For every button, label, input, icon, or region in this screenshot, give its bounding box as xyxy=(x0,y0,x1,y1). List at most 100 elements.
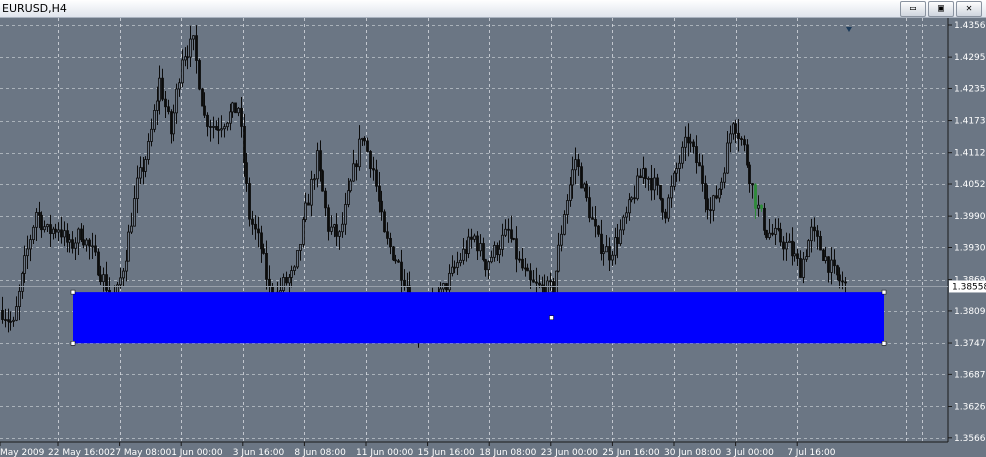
candle-body xyxy=(80,228,83,241)
candle-body xyxy=(212,126,215,128)
candle-body xyxy=(670,185,673,199)
candle-body xyxy=(796,253,799,259)
price-tick-label: 1.36260 xyxy=(954,402,986,412)
candle-body xyxy=(746,144,749,166)
price-tick-label: 1.37475 xyxy=(954,339,986,349)
time-tick-label: 25 Jun 16:00 xyxy=(602,448,659,457)
candle-body xyxy=(403,279,406,287)
candle-body xyxy=(296,250,299,268)
candle-body xyxy=(571,169,574,186)
candle xyxy=(296,250,299,269)
candle-body xyxy=(21,273,24,292)
candle-body xyxy=(802,258,805,278)
price-chart[interactable]: 1.43565 1.42950 1.42350 1.41735 1.41120 1.405… xyxy=(0,18,986,457)
candle-body xyxy=(493,245,496,258)
candle-body xyxy=(363,137,366,142)
time-tick-label: 30 Jun 08:00 xyxy=(664,448,721,457)
candle-body xyxy=(26,248,29,257)
candle-body xyxy=(616,237,619,244)
candle-body xyxy=(243,125,246,164)
candle-body xyxy=(60,229,63,238)
chart-canvas[interactable]: 1.43565 1.42950 1.42350 1.41735 1.41120 1.405… xyxy=(0,18,986,457)
rectangle-handle[interactable] xyxy=(70,341,76,346)
candle-body xyxy=(285,277,288,284)
candle-body xyxy=(681,146,684,164)
maximize-button[interactable]: ▣ xyxy=(928,1,954,17)
candle-body xyxy=(726,142,729,174)
rectangle-handle[interactable] xyxy=(70,289,76,295)
candle xyxy=(659,184,662,201)
candle-body xyxy=(647,178,650,180)
candle-body xyxy=(324,190,327,209)
candle-body xyxy=(29,239,32,250)
candle-body xyxy=(237,107,240,114)
candle-body xyxy=(701,165,704,184)
candle-body xyxy=(88,239,91,247)
candle-body xyxy=(172,112,175,135)
candle-body xyxy=(678,162,681,169)
minimize-button[interactable]: ▭ xyxy=(900,1,926,17)
rectangle-handle[interactable] xyxy=(549,315,554,320)
candle-body xyxy=(262,248,265,254)
candle-body xyxy=(189,38,192,58)
candle-body xyxy=(765,229,768,238)
candle-body xyxy=(288,277,291,284)
rectangle-handle[interactable] xyxy=(881,289,887,295)
candle-body xyxy=(501,234,504,250)
candle-body xyxy=(650,178,653,191)
candle-body xyxy=(597,225,600,235)
candle-body xyxy=(740,138,743,140)
candle-body xyxy=(23,255,26,274)
time-tick-label: 15 Jun 16:00 xyxy=(418,448,475,457)
candle-body xyxy=(260,232,263,250)
candle xyxy=(383,209,386,233)
candle-body xyxy=(313,178,316,181)
candle-body xyxy=(167,106,170,113)
candle-body xyxy=(518,258,521,261)
window-titlebar[interactable]: EURUSD,H4 ▭ ▣ ✕ xyxy=(0,0,986,18)
candle-body xyxy=(661,198,664,213)
price-tick-label: 1.42350 xyxy=(954,84,986,94)
candle-body xyxy=(293,266,296,271)
candle-body xyxy=(793,253,796,257)
candle-body xyxy=(510,229,513,239)
price-tick-label: 1.38090 xyxy=(954,307,986,317)
candle-body xyxy=(484,259,487,271)
candle-body xyxy=(706,198,709,211)
candle-body xyxy=(136,177,139,200)
candle-body xyxy=(459,259,462,264)
candle-body xyxy=(341,223,344,233)
candle-body xyxy=(625,212,628,218)
candle-body xyxy=(467,236,470,254)
candle-body xyxy=(105,274,108,291)
time-tick-label: 1 Jun 00:00 xyxy=(171,448,223,457)
price-tick-label: 1.42950 xyxy=(954,53,986,63)
candle-body xyxy=(35,212,38,228)
candle-body xyxy=(476,235,479,252)
candle-body xyxy=(695,146,698,164)
rectangle-object[interactable] xyxy=(70,289,887,346)
rectangle-handle[interactable] xyxy=(881,341,887,346)
candle-body xyxy=(181,59,184,84)
candle-body xyxy=(827,256,830,273)
candle xyxy=(234,102,237,114)
candle-body xyxy=(566,200,569,215)
price-tick-label: 1.43565 xyxy=(954,21,986,31)
candle-body xyxy=(223,126,226,130)
candle-body xyxy=(639,175,642,179)
current-price-label: 1.38558 xyxy=(952,282,986,292)
candle-body xyxy=(32,226,35,241)
candle-body xyxy=(723,172,726,183)
candle-body xyxy=(299,243,302,251)
candle-body xyxy=(63,230,66,238)
candle-body xyxy=(386,231,389,239)
price-tick-label: 1.35660 xyxy=(954,434,986,444)
close-button[interactable]: ✕ xyxy=(956,1,982,17)
candle-body xyxy=(771,232,774,235)
candle-body xyxy=(178,82,181,90)
candle-body xyxy=(234,102,237,114)
candle-body xyxy=(290,270,293,278)
candle xyxy=(392,245,395,262)
candle xyxy=(198,58,201,91)
time-tick-label: 18 Jun 08:00 xyxy=(479,448,536,457)
